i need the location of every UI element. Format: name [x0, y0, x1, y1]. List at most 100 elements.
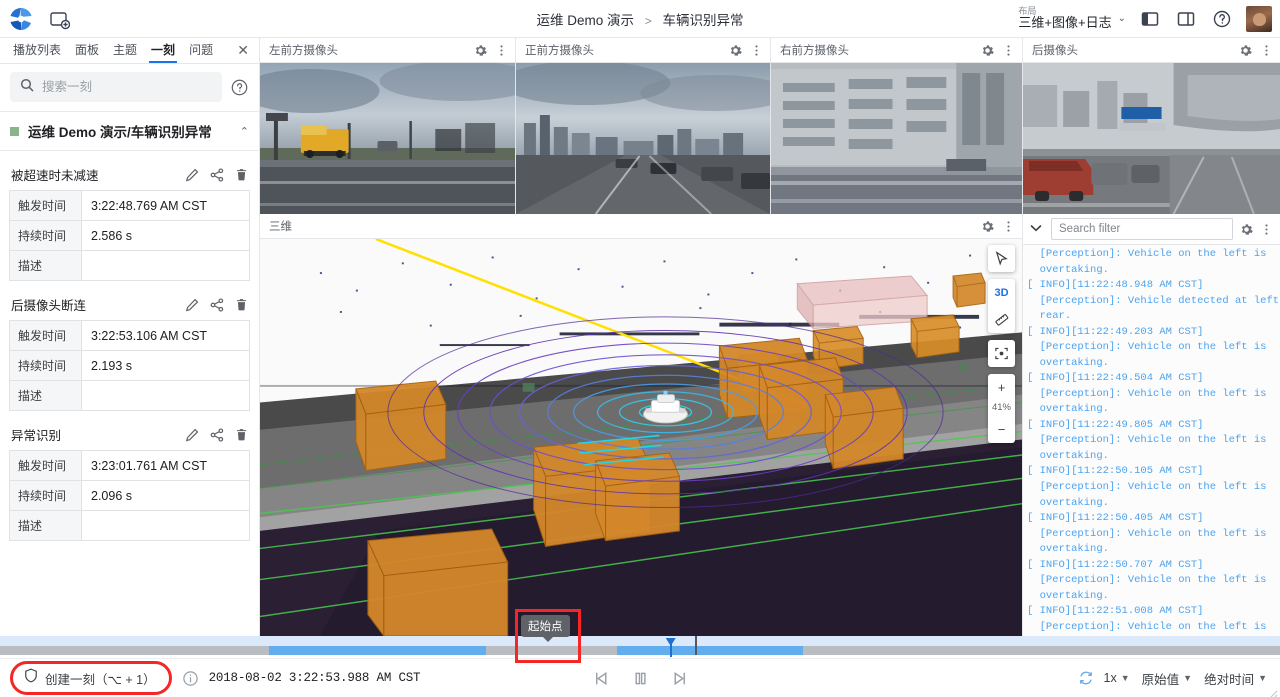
delete-icon[interactable] [235, 168, 248, 181]
value-mode-selector[interactable]: 原始值 ▼ [1139, 669, 1195, 688]
timeline-segment[interactable] [616, 646, 803, 655]
value-duration: 2.586 s [91, 228, 133, 243]
event-header: 异常识别 [9, 425, 250, 450]
three-d-viewport[interactable]: 3D + 41% − [260, 239, 1022, 636]
gear-icon[interactable] [981, 220, 994, 233]
more-options-icon[interactable] [1002, 44, 1015, 57]
camera-image-rear[interactable] [1023, 63, 1280, 214]
zoom-out-button[interactable]: − [988, 416, 1015, 443]
three-d-mode-toggle[interactable]: 3D [988, 279, 1015, 306]
delete-icon[interactable] [235, 298, 248, 311]
value-description[interactable] [82, 251, 250, 281]
share-icon[interactable] [210, 167, 224, 182]
share-icon[interactable] [210, 427, 224, 442]
label-duration: 持续时间 [9, 350, 82, 381]
search-input[interactable] [42, 80, 212, 94]
delete-icon[interactable] [235, 428, 248, 441]
value-description[interactable] [82, 511, 250, 541]
breadcrumb-root[interactable]: 运维 Demo 演示 [536, 13, 634, 28]
playback-settings: 1x ▼ 原始值 ▼ 绝对时间 ▼ [1077, 669, 1271, 688]
viewport-controls: 3D + 41% − [988, 245, 1015, 443]
loop-icon[interactable] [1077, 669, 1095, 687]
search-box[interactable] [10, 72, 222, 102]
value-description[interactable] [82, 381, 250, 411]
avatar[interactable] [1246, 5, 1272, 32]
playback-speed-selector[interactable]: 1x ▼ [1101, 671, 1133, 685]
chevron-up-icon[interactable]: ⌃ [240, 125, 249, 138]
tab-playlist[interactable]: 播放列表 [6, 38, 68, 63]
next-frame-button[interactable] [670, 669, 689, 688]
list-item: 被超速时未减速 触发时间 3:22:48.769 AM CST 持续时间 2.5… [9, 165, 250, 281]
right-sidebar-toggle-icon[interactable] [1174, 7, 1198, 31]
share-icon[interactable] [210, 297, 224, 312]
value-trigger-time: 3:22:48.769 AM CST [91, 198, 208, 213]
close-icon[interactable]: ✕ [237, 42, 253, 59]
sidebar-search-row [0, 64, 259, 111]
gear-icon[interactable] [1239, 44, 1252, 57]
tab-topics[interactable]: 主题 [106, 38, 144, 63]
time-mode-label: 绝对时间 [1204, 672, 1255, 687]
camera-panel-front: 正前方摄像头 [516, 38, 771, 214]
gear-icon[interactable] [981, 44, 994, 57]
more-options-icon[interactable] [1260, 223, 1273, 236]
gear-icon[interactable] [474, 44, 487, 57]
pause-button[interactable] [631, 669, 650, 688]
label-trigger-time: 触发时间 [9, 190, 82, 221]
zoom-in-button[interactable]: + [988, 374, 1015, 401]
app-logo[interactable] [8, 6, 34, 32]
tab-panels[interactable]: 面板 [68, 38, 106, 63]
log-entry-list[interactable]: [Perception]: Vehicle on the left is ove… [1023, 245, 1280, 636]
log-entry-header: [ INFO][11:22:50.707 AM CST] [1027, 558, 1204, 571]
timeline-segment[interactable] [268, 646, 487, 655]
more-options-icon[interactable] [495, 44, 508, 57]
zoom-level-label: 41% [991, 402, 1011, 413]
event-details-table: 触发时间 3:23:01.761 AM CST 持续时间 2.096 s 描述 [9, 450, 250, 541]
chevron-down-icon: ⌄ [1117, 12, 1126, 24]
edit-icon[interactable] [185, 168, 199, 182]
table-row: 描述 [9, 250, 250, 281]
cursor-icon[interactable] [988, 245, 1015, 272]
search-help-icon[interactable] [230, 78, 249, 97]
chevron-down-icon: ▼ [1183, 673, 1193, 683]
gear-icon[interactable] [729, 44, 742, 57]
more-options-icon[interactable] [1260, 44, 1273, 57]
camera-image-front-right[interactable] [771, 63, 1022, 214]
main-body: 播放列表 面板 主题 一刻 问题 ✕ 搜索一刻 运维 Demo 演示/车辆识别异… [0, 38, 1280, 636]
add-panel-icon[interactable] [48, 8, 71, 30]
log-filter-box[interactable] [1051, 218, 1233, 240]
create-moment-label: 创建一刻（⌥ + 1） [45, 672, 156, 687]
label-description: 描述 [9, 380, 82, 411]
tab-issues[interactable]: 问题 [182, 38, 220, 63]
more-options-icon[interactable] [750, 44, 763, 57]
edit-icon[interactable] [185, 298, 199, 312]
focus-icon[interactable] [988, 340, 1015, 367]
moment-event-list: 被超速时未减速 触发时间 3:22:48.769 AM CST 持续时间 2.5… [0, 151, 259, 636]
log-search-input[interactable] [1059, 223, 1225, 235]
time-mode-selector[interactable]: 绝对时间 ▼ [1201, 669, 1270, 688]
expand-chevron-icon[interactable] [1028, 221, 1044, 237]
log-entry-header: [ INFO][11:22:51.008 AM CST] [1027, 605, 1204, 618]
timeline-track[interactable] [0, 636, 1280, 657]
resize-grip-icon[interactable] [1268, 685, 1278, 697]
log-toolbar [1023, 214, 1280, 245]
breadcrumb-current[interactable]: 车辆识别异常 [663, 13, 744, 28]
edit-icon[interactable] [185, 428, 199, 442]
log-entry: [Perception]: Vehicle on the left is ove… [1039, 434, 1267, 462]
left-sidebar: 播放列表 面板 主题 一刻 问题 ✕ 搜索一刻 运维 Demo 演示/车辆识别异… [0, 38, 260, 636]
create-moment-button[interactable]: 创建一刻（⌥ + 1） [10, 661, 172, 695]
more-options-icon[interactable] [1002, 220, 1015, 233]
camera-image-front[interactable] [516, 63, 770, 214]
left-sidebar-toggle-icon[interactable] [1138, 7, 1162, 31]
previous-frame-button[interactable] [592, 669, 611, 688]
tab-moments[interactable]: 一刻 [144, 38, 182, 63]
timeline[interactable] [0, 636, 1280, 658]
help-icon[interactable] [1210, 7, 1234, 31]
layout-selector[interactable]: 布局 三维+图像+日志 ⌄ [1018, 6, 1126, 30]
value-mode-label: 原始值 [1141, 672, 1180, 687]
moment-group-header[interactable]: 运维 Demo 演示/车辆识别异常 ⌃ [0, 111, 259, 151]
timeline-marker[interactable] [695, 636, 698, 655]
ruler-icon[interactable] [988, 306, 1015, 333]
camera-image-front-left[interactable] [260, 63, 515, 214]
info-icon[interactable] [182, 670, 199, 687]
gear-icon[interactable] [1240, 223, 1253, 236]
